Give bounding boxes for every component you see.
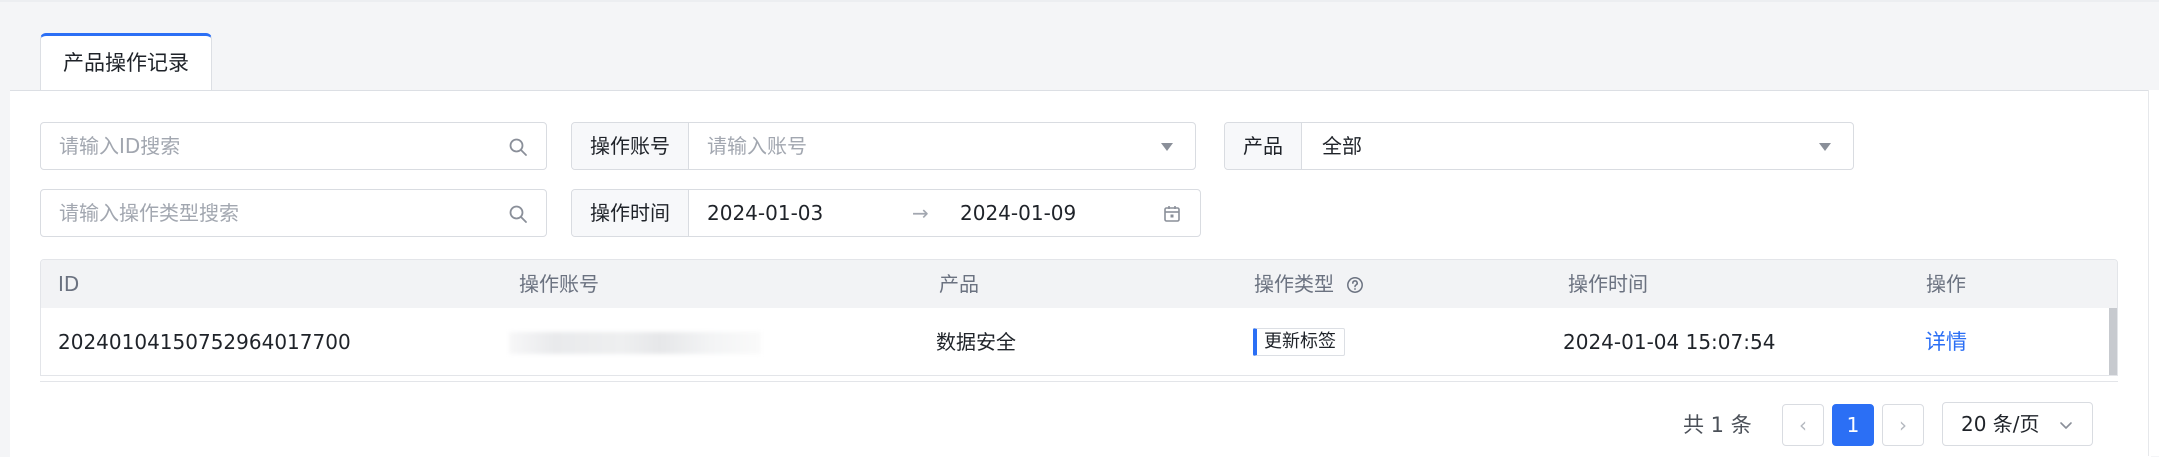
col-op-time: 操作时间 (1568, 272, 1648, 296)
caret-down-icon (1819, 143, 1831, 151)
col-op-type: 操作类型 (1254, 260, 1364, 308)
account-label: 操作账号 (572, 123, 689, 169)
table-footer-divider (40, 381, 2118, 382)
caret-down-icon (1161, 143, 1173, 151)
end-date[interactable]: 2024-01-09 (960, 190, 1076, 236)
page-1-button[interactable]: 1 (1832, 404, 1874, 446)
table-scrollbar[interactable] (2109, 308, 2117, 375)
op-type-search-placeholder: 请输入操作类型搜索 (59, 201, 239, 225)
chevron-left-icon: ‹ (1799, 413, 1807, 437)
page-scrollbar[interactable] (2148, 90, 2159, 456)
calendar-icon[interactable] (1162, 204, 1182, 224)
product-select[interactable]: 产品 全部 (1224, 122, 1854, 170)
op-type-tag: 更新标签 (1253, 328, 1345, 356)
next-page-button[interactable]: › (1882, 404, 1924, 446)
row-id: 20240104150752964017700 (58, 330, 351, 354)
table-header: ID 操作账号 产品 操作类型 操作时间 操作 (41, 260, 2117, 309)
col-id: ID (58, 272, 80, 296)
op-type-search-input[interactable]: 请输入操作类型搜索 (40, 189, 547, 237)
detail-link[interactable]: 详情 (1925, 308, 1967, 375)
range-separator: → (912, 201, 929, 225)
prev-page-button[interactable]: ‹ (1782, 404, 1824, 446)
redacted-account (509, 332, 761, 354)
col-account: 操作账号 (519, 272, 599, 296)
chevron-down-icon (2060, 422, 2072, 429)
col-op-type-label: 操作类型 (1254, 272, 1334, 296)
chevron-right-icon: › (1899, 413, 1907, 437)
product-value: 全部 (1322, 134, 1362, 158)
tab-bar: 产品操作记录 (0, 0, 2159, 90)
col-action: 操作 (1926, 272, 1966, 296)
row-op-time: 2024-01-04 15:07:54 (1563, 330, 1776, 354)
time-range-picker[interactable]: 操作时间 2024-01-03 → 2024-01-09 (571, 189, 1201, 237)
table-row: 20240104150752964017700 数据安全 更新标签 2024-0… (41, 308, 2117, 375)
col-product: 产品 (939, 272, 979, 296)
account-placeholder: 请输入账号 (707, 134, 807, 158)
records-table: ID 操作账号 产品 操作类型 操作时间 操作 2024010415075296… (40, 259, 2118, 376)
search-icon[interactable] (508, 137, 528, 157)
id-search-placeholder: 请输入ID搜索 (59, 134, 181, 158)
row-product: 数据安全 (936, 330, 1016, 354)
total-count: 共 1 条 (1683, 413, 1752, 437)
product-label: 产品 (1225, 123, 1302, 169)
time-label: 操作时间 (572, 190, 689, 236)
account-select[interactable]: 操作账号 请输入账号 (571, 122, 1196, 170)
page-size-value: 20 条/页 (1961, 412, 2040, 436)
help-circle-icon[interactable] (1346, 276, 1364, 294)
start-date[interactable]: 2024-01-03 (707, 190, 823, 236)
id-search-input[interactable]: 请输入ID搜索 (40, 122, 547, 170)
tab-product-operation-log[interactable]: 产品操作记录 (40, 33, 212, 90)
page-size-select[interactable]: 20 条/页 (1942, 402, 2093, 446)
search-icon[interactable] (508, 204, 528, 224)
